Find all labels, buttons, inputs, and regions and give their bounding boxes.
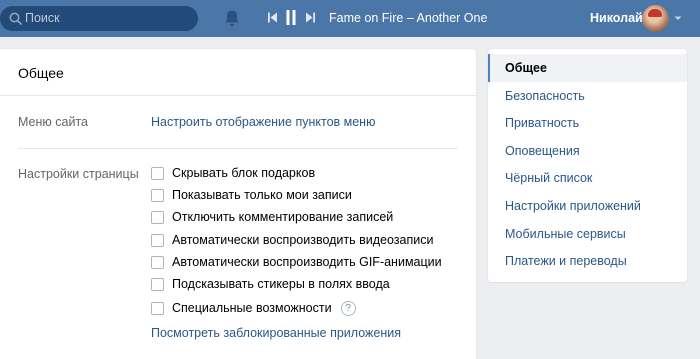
checkbox[interactable] — [151, 233, 164, 247]
now-playing-track[interactable]: Fame on Fire – Another One — [329, 11, 487, 25]
option-suggest-stickers[interactable]: Подсказывать стикеры в полях ввода — [151, 276, 390, 292]
menu-item-notifications[interactable]: Оповещения — [488, 137, 687, 165]
option-hide-gifts[interactable]: Скрывать блок подарков — [151, 165, 315, 181]
option-autoplay-gifs[interactable]: Автоматически воспроизводить GIF-анимаци… — [151, 254, 442, 270]
option-label: Показывать только мои записи — [172, 188, 352, 202]
checkbox[interactable] — [151, 166, 164, 180]
menu-item-security[interactable]: Безопасность — [488, 82, 687, 110]
user-name[interactable]: Николай — [590, 11, 643, 25]
option-label: Автоматически воспроизводить GIF-анимаци… — [172, 255, 442, 269]
divider — [18, 148, 458, 149]
configure-menu-link[interactable]: Настроить отображение пунктов меню — [151, 115, 375, 129]
checkbox[interactable] — [151, 277, 164, 291]
checkbox[interactable] — [151, 301, 164, 315]
chevron-down-icon[interactable] — [673, 13, 683, 23]
menu-item-blacklist[interactable]: Чёрный список — [488, 164, 687, 192]
help-icon[interactable]: ? — [340, 300, 356, 316]
option-disable-comments[interactable]: Отключить комментирование записей — [151, 209, 393, 225]
search-field[interactable]: Поиск — [0, 6, 198, 31]
divider — [0, 95, 476, 96]
general-settings-panel: Общее Меню сайта Настроить отображение п… — [0, 49, 476, 359]
option-accessibility[interactable]: Специальные возможности ? — [151, 300, 356, 316]
settings-nav-menu: Общее Безопасность Приватность Оповещени… — [488, 49, 687, 282]
checkbox[interactable] — [151, 255, 164, 269]
page-title: Общее — [18, 65, 64, 81]
option-label: Отключить комментирование записей — [172, 210, 394, 224]
menu-item-general[interactable]: Общее — [488, 54, 687, 82]
next-track-icon[interactable] — [306, 12, 315, 23]
search-icon — [9, 12, 22, 25]
previous-track-icon[interactable] — [268, 12, 277, 23]
blocked-apps-link[interactable]: Посмотреть заблокированные приложения — [151, 326, 401, 340]
top-bar: Поиск Fame on Fire – Another One Николай — [0, 0, 700, 37]
menu-item-privacy[interactable]: Приватность — [488, 109, 687, 137]
option-show-only-my-posts[interactable]: Показывать только мои записи — [151, 187, 352, 203]
avatar[interactable] — [642, 5, 669, 32]
menu-item-app-settings[interactable]: Настройки приложений — [488, 192, 687, 220]
search-placeholder: Поиск — [25, 11, 60, 25]
option-label: Автоматически воспроизводить видеозаписи — [172, 233, 434, 247]
site-menu-label: Меню сайта — [18, 115, 88, 129]
option-autoplay-videos[interactable]: Автоматически воспроизводить видеозаписи — [151, 232, 433, 248]
option-label: Специальные возможности — [172, 301, 332, 315]
bell-icon[interactable] — [223, 9, 241, 28]
checkbox[interactable] — [151, 188, 164, 202]
menu-item-mobile-services[interactable]: Мобильные сервисы — [488, 220, 687, 248]
page-settings-label: Настройки страницы — [18, 167, 139, 181]
option-label: Подсказывать стикеры в полях ввода — [172, 277, 390, 291]
checkbox[interactable] — [151, 210, 164, 224]
option-label: Скрывать блок подарков — [172, 166, 316, 180]
menu-item-payments[interactable]: Платежи и переводы — [488, 247, 687, 275]
pause-icon[interactable] — [286, 10, 296, 25]
